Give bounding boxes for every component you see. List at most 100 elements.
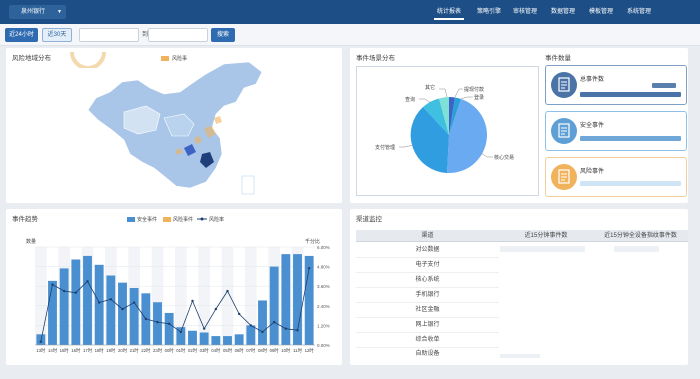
table-row[interactable]: 对公数据 (356, 243, 499, 258)
last-30d-button[interactable]: 近30天 (42, 28, 72, 42)
bar-security (106, 275, 116, 345)
risk-rate-point (191, 299, 194, 303)
risk-rate-point (86, 280, 89, 283)
total-events-label: 总事件数 (580, 77, 605, 83)
bar-security (59, 268, 69, 345)
placeholder-value (614, 246, 659, 252)
last-24h-button[interactable]: 近24小时 (5, 28, 38, 42)
x-tick-label: 03时 (200, 347, 210, 353)
risk-rate-point (202, 327, 206, 330)
table-row[interactable]: 网上银行 (356, 318, 499, 333)
grid-band (35, 247, 47, 345)
x-tick-label: 00时 (165, 347, 175, 353)
risk-rate-point (237, 312, 241, 316)
bar-security (211, 336, 221, 345)
security-events-label: 安全事件 (580, 123, 605, 129)
placeholder-value (500, 246, 585, 252)
risk-rate-point (51, 283, 54, 286)
pie-chart-frame: 其它 提现付款 登录 核心交易 支付管理 查询 (356, 66, 539, 196)
bar-security (129, 287, 139, 345)
nav-statistics[interactable]: 统计报表 (432, 0, 466, 24)
panel-title: 渠道监控 (356, 216, 382, 223)
bar-security (234, 334, 244, 345)
x-tick-label: 11时 (293, 347, 302, 353)
col-15min-fp-events: 近15分钟全设备指纹事件数 (604, 233, 677, 239)
x-tick-label: 20时 (118, 347, 128, 353)
bar-security (199, 332, 209, 345)
x-tick-label: 22时 (141, 347, 151, 353)
risk-events-label: 风险事件 (580, 169, 605, 175)
x-tick-label: 04时 (211, 347, 221, 353)
total-events-bar-b (580, 92, 681, 97)
nav-template[interactable]: 模板管理 (584, 0, 618, 24)
search-button[interactable]: 搜索 (211, 28, 235, 42)
table-row[interactable]: 自助设备 (356, 348, 499, 360)
panel-title: 事件场景分布 (356, 55, 395, 62)
total-events-card[interactable]: 总事件数 (545, 65, 687, 105)
x-tick-label: 17时 (83, 347, 93, 353)
event-trend-panel: 事件趋势 安全事件 风险事件 风险率 数量 千分比 6.00% 4.80% 3.60… (6, 209, 342, 365)
col-15min-events: 近15分钟事件数 (524, 233, 568, 239)
filter-bar: 近24小时 近30天 到 搜索 (0, 24, 700, 46)
risk-rate-point (249, 324, 253, 327)
bar-security (48, 280, 57, 345)
x-tick-label: 12时 (305, 347, 315, 353)
risk-rate-point (167, 322, 171, 325)
placeholder-value (500, 354, 540, 358)
nav-strategy[interactable]: 策略引擎 (472, 0, 506, 24)
y-tick-label: 4.80% (317, 265, 330, 270)
document-icon (551, 72, 577, 98)
total-events-bar-a (652, 83, 676, 88)
risk-rate-point (261, 330, 264, 334)
x-tick-label: 09时 (270, 347, 280, 353)
bar-security (223, 336, 232, 345)
start-date-input[interactable] (79, 28, 139, 42)
risk-events-card[interactable]: 风险事件 (545, 157, 687, 197)
grid-band (221, 247, 234, 345)
bar-security (258, 300, 267, 345)
x-tick-label: 19时 (106, 347, 116, 353)
x-tick-label: 06时 (235, 347, 245, 353)
risk-events-bar (580, 181, 681, 186)
table-row[interactable]: 核心系统 (356, 273, 499, 288)
table-row[interactable]: 手机银行 (356, 288, 499, 303)
table-row[interactable]: 电子支付 (356, 258, 499, 273)
risk-rate-point (39, 340, 43, 343)
nav-data[interactable]: 数据管理 (546, 0, 580, 24)
x-tick-label: 05时 (223, 347, 233, 353)
x-tick-label: 08时 (258, 347, 268, 353)
x-tick-label: 01时 (176, 347, 186, 353)
end-date-input[interactable] (148, 28, 208, 42)
trend-chart: 6.00%4.80%3.60%2.40%1.20%0.00%13时 14时 15时 1… (35, 245, 330, 353)
x-tick-label: 07时 (246, 347, 256, 353)
bank-selector-label: 泉州银行 (21, 9, 46, 15)
x-tick-label: 02时 (188, 347, 198, 353)
x-tick-label: 18时 (95, 347, 105, 353)
table-row[interactable]: 社区金融 (356, 303, 499, 318)
channel-table-header: 渠道 近15分钟事件数 近15分钟全设备指纹事件数 (356, 230, 688, 242)
china-map (87, 61, 263, 195)
risk-rate-point (97, 301, 101, 304)
bar-security (164, 312, 174, 345)
table-row[interactable]: 综合收单 (356, 333, 499, 348)
y-tick-label: 2.40% (317, 304, 330, 309)
risk-rate-point (121, 307, 124, 311)
bar-security (188, 330, 197, 345)
x-tick-label: 23时 (153, 347, 163, 353)
risk-rate-point (296, 329, 299, 332)
nav-audit[interactable]: 审核管理 (508, 0, 542, 24)
bank-selector[interactable]: 泉州银行 ▼ (9, 5, 66, 19)
security-events-card[interactable]: 安全事件 (545, 111, 687, 151)
y-tick-label: 6.00% (317, 245, 330, 250)
bar-security (269, 266, 279, 345)
bar-security (83, 255, 92, 345)
risk-region-panel: 风险地域分布 风险事 (6, 48, 342, 203)
x-tick-label: 13时 (36, 347, 46, 353)
risk-rate-point (74, 291, 78, 294)
risk-rate-point (132, 301, 136, 304)
grid-band (198, 247, 210, 345)
document-icon (551, 164, 577, 190)
nav-system[interactable]: 系统管理 (622, 0, 656, 24)
top-bar: 泉州银行 ▼ 统计报表 策略引擎 审核管理 数据管理 模板管理 系统管理 (0, 0, 700, 24)
x-tick-label: 21时 (130, 347, 140, 353)
